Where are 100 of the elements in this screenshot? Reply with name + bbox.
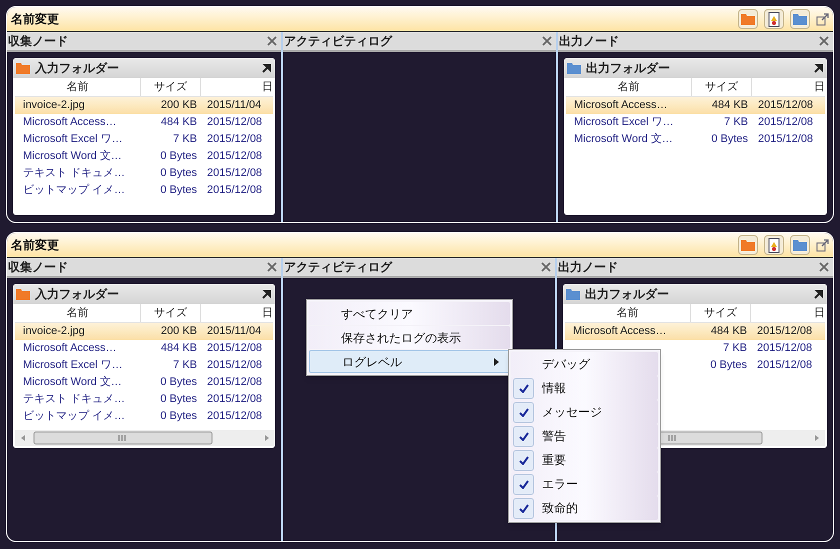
column-header[interactable]: サイズ — [692, 78, 752, 96]
pop-out-icon[interactable] — [816, 12, 829, 26]
checkbox[interactable] — [513, 402, 534, 422]
file-date: 2015/12/08 — [757, 115, 814, 130]
file-row[interactable]: invoice-2.jpg 200 KB 2015/11/04 — [15, 323, 273, 340]
file-size: 7 KB — [722, 341, 748, 356]
menu-label: 情報 — [542, 380, 566, 397]
pane-title: 出力ノード — [557, 259, 618, 276]
file-size: 484 KB — [710, 98, 749, 114]
folder-icon — [16, 62, 30, 74]
file-name: テキスト ドキュメ… — [22, 392, 126, 408]
close-icon[interactable] — [267, 36, 277, 46]
file-name: テキスト ドキュメ… — [22, 166, 126, 182]
file-row[interactable]: Microsoft Excel ワ… 7 KB 2015/12/08 — [15, 357, 273, 374]
file-row[interactable]: Microsoft Access… 484 KB 2015/12/08 — [15, 340, 273, 357]
expand-arrow-icon[interactable] — [262, 290, 271, 298]
file-row[interactable]: Microsoft Word 文… 0 Bytes 2015/12/08 — [566, 131, 825, 148]
file-row[interactable]: テキスト ドキュメ… 0 Bytes 2015/12/08 — [15, 165, 273, 182]
close-icon[interactable] — [267, 262, 277, 272]
folder-title: 出力フォルダー — [585, 286, 670, 303]
menu-item[interactable]: メッセージ — [511, 400, 658, 424]
file-row[interactable]: テキスト ドキュメ… 0 Bytes 2015/12/08 — [15, 391, 273, 408]
file-date: 2015/12/08 — [757, 132, 814, 148]
file-date: 2015/12/08 — [206, 392, 264, 408]
file-row[interactable]: Microsoft Access… 484 KB 2015/12/08 — [565, 323, 826, 340]
file-date: 2015/12/08 — [206, 149, 264, 164]
file-date: 2015/12/08 — [206, 166, 264, 182]
column-header[interactable]: 名前 — [15, 78, 141, 96]
menu-item[interactable]: すべてクリア — [309, 302, 510, 325]
file-name: Microsoft Word 文… — [573, 132, 674, 148]
pop-out-icon[interactable] — [816, 238, 829, 252]
file-name: Microsoft Excel ワ… — [22, 132, 124, 148]
column-header[interactable]: サイズ — [691, 304, 752, 322]
folder-title: 入力フォルダー — [35, 60, 120, 77]
file-date: 2015/12/08 — [206, 132, 264, 148]
column-header[interactable]: 日 — [752, 78, 825, 96]
menu-label: メッセージ — [542, 404, 602, 421]
column-header[interactable]: サイズ — [141, 304, 201, 322]
file-date: 2015/12/08 — [756, 358, 814, 374]
menu-item[interactable]: 保存されたログの表示 — [309, 326, 510, 349]
file-size: 0 Bytes — [159, 375, 198, 390]
window-title: 名前変更 — [10, 237, 59, 254]
horizontal-scrollbar[interactable] — [15, 430, 275, 446]
menu-item[interactable]: 警告 — [511, 424, 658, 448]
file-name: Microsoft Excel ワ… — [573, 115, 675, 130]
expand-arrow-icon[interactable] — [814, 290, 824, 298]
file-size: 7 KB — [172, 132, 198, 148]
expand-arrow-icon[interactable] — [814, 64, 823, 72]
file-name: Microsoft Excel ワ… — [22, 358, 124, 374]
file-size: 0 Bytes — [159, 166, 198, 182]
checkmark-icon — [518, 480, 528, 488]
file-name: Microsoft Access… — [573, 98, 669, 114]
file-size: 7 KB — [723, 115, 749, 130]
checkbox[interactable] — [513, 498, 534, 518]
column-header[interactable]: 日 — [201, 304, 273, 322]
file-date: 2015/12/08 — [206, 409, 264, 424]
window-title: 名前変更 — [10, 11, 59, 28]
column-header[interactable]: サイズ — [141, 78, 201, 96]
checkbox[interactable] — [513, 426, 534, 446]
folder-button[interactable] — [790, 235, 810, 255]
menu-item[interactable]: 致命的 — [511, 496, 658, 520]
file-row[interactable]: invoice-2.jpg 200 KB 2015/11/04 — [15, 97, 273, 114]
menu-item[interactable]: 情報 — [511, 376, 658, 400]
file-row[interactable]: ビットマップ イメ… 0 Bytes 2015/12/08 — [15, 408, 273, 425]
pane-title: アクティビティログ — [283, 259, 392, 276]
column-header[interactable]: 名前 — [565, 304, 692, 322]
file-row[interactable]: Microsoft Word 文… 0 Bytes 2015/12/08 — [15, 374, 273, 391]
expand-arrow-icon[interactable] — [262, 64, 271, 72]
file-row[interactable]: Microsoft Word 文… 0 Bytes 2015/12/08 — [15, 148, 273, 165]
menu-item[interactable]: エラー — [511, 472, 658, 496]
close-icon[interactable] — [542, 36, 552, 46]
menu-label: 警告 — [542, 428, 566, 445]
column-header[interactable]: 名前 — [15, 304, 141, 322]
menu-label: エラー — [542, 476, 578, 493]
column-header[interactable]: 日 — [751, 304, 826, 322]
folder-icon — [566, 288, 580, 300]
notebook-warning-button[interactable] — [764, 235, 784, 255]
close-icon[interactable] — [541, 262, 552, 272]
checkmark-icon — [518, 408, 528, 416]
folder-button[interactable] — [790, 9, 810, 29]
file-row[interactable]: ビットマップ イメ… 0 Bytes 2015/12/08 — [15, 182, 273, 199]
file-name: invoice-2.jpg — [22, 324, 86, 340]
menu-item[interactable]: ログレベル — [309, 350, 510, 373]
file-row[interactable]: Microsoft Excel ワ… 7 KB 2015/12/08 — [15, 131, 273, 148]
file-date: 2015/11/04 — [206, 98, 262, 114]
file-size: 7 KB — [172, 358, 198, 374]
checkbox[interactable] — [513, 450, 534, 470]
checkbox[interactable] — [513, 378, 534, 398]
column-header[interactable]: 日 — [201, 78, 273, 96]
file-row[interactable]: Microsoft Access… 484 KB 2015/12/08 — [566, 97, 825, 114]
file-date: 2015/12/08 — [756, 341, 814, 356]
file-row[interactable]: Microsoft Excel ワ… 7 KB 2015/12/08 — [566, 114, 825, 131]
checkbox[interactable] — [513, 474, 534, 494]
close-icon[interactable] — [819, 262, 830, 272]
menu-item[interactable]: デバッグ — [511, 352, 658, 376]
column-header[interactable]: 名前 — [566, 78, 692, 96]
file-row[interactable]: Microsoft Access… 484 KB 2015/12/08 — [15, 114, 273, 131]
menu-item[interactable]: 重要 — [511, 448, 658, 472]
close-icon[interactable] — [819, 36, 829, 46]
notebook-warning-button[interactable] — [764, 9, 784, 29]
